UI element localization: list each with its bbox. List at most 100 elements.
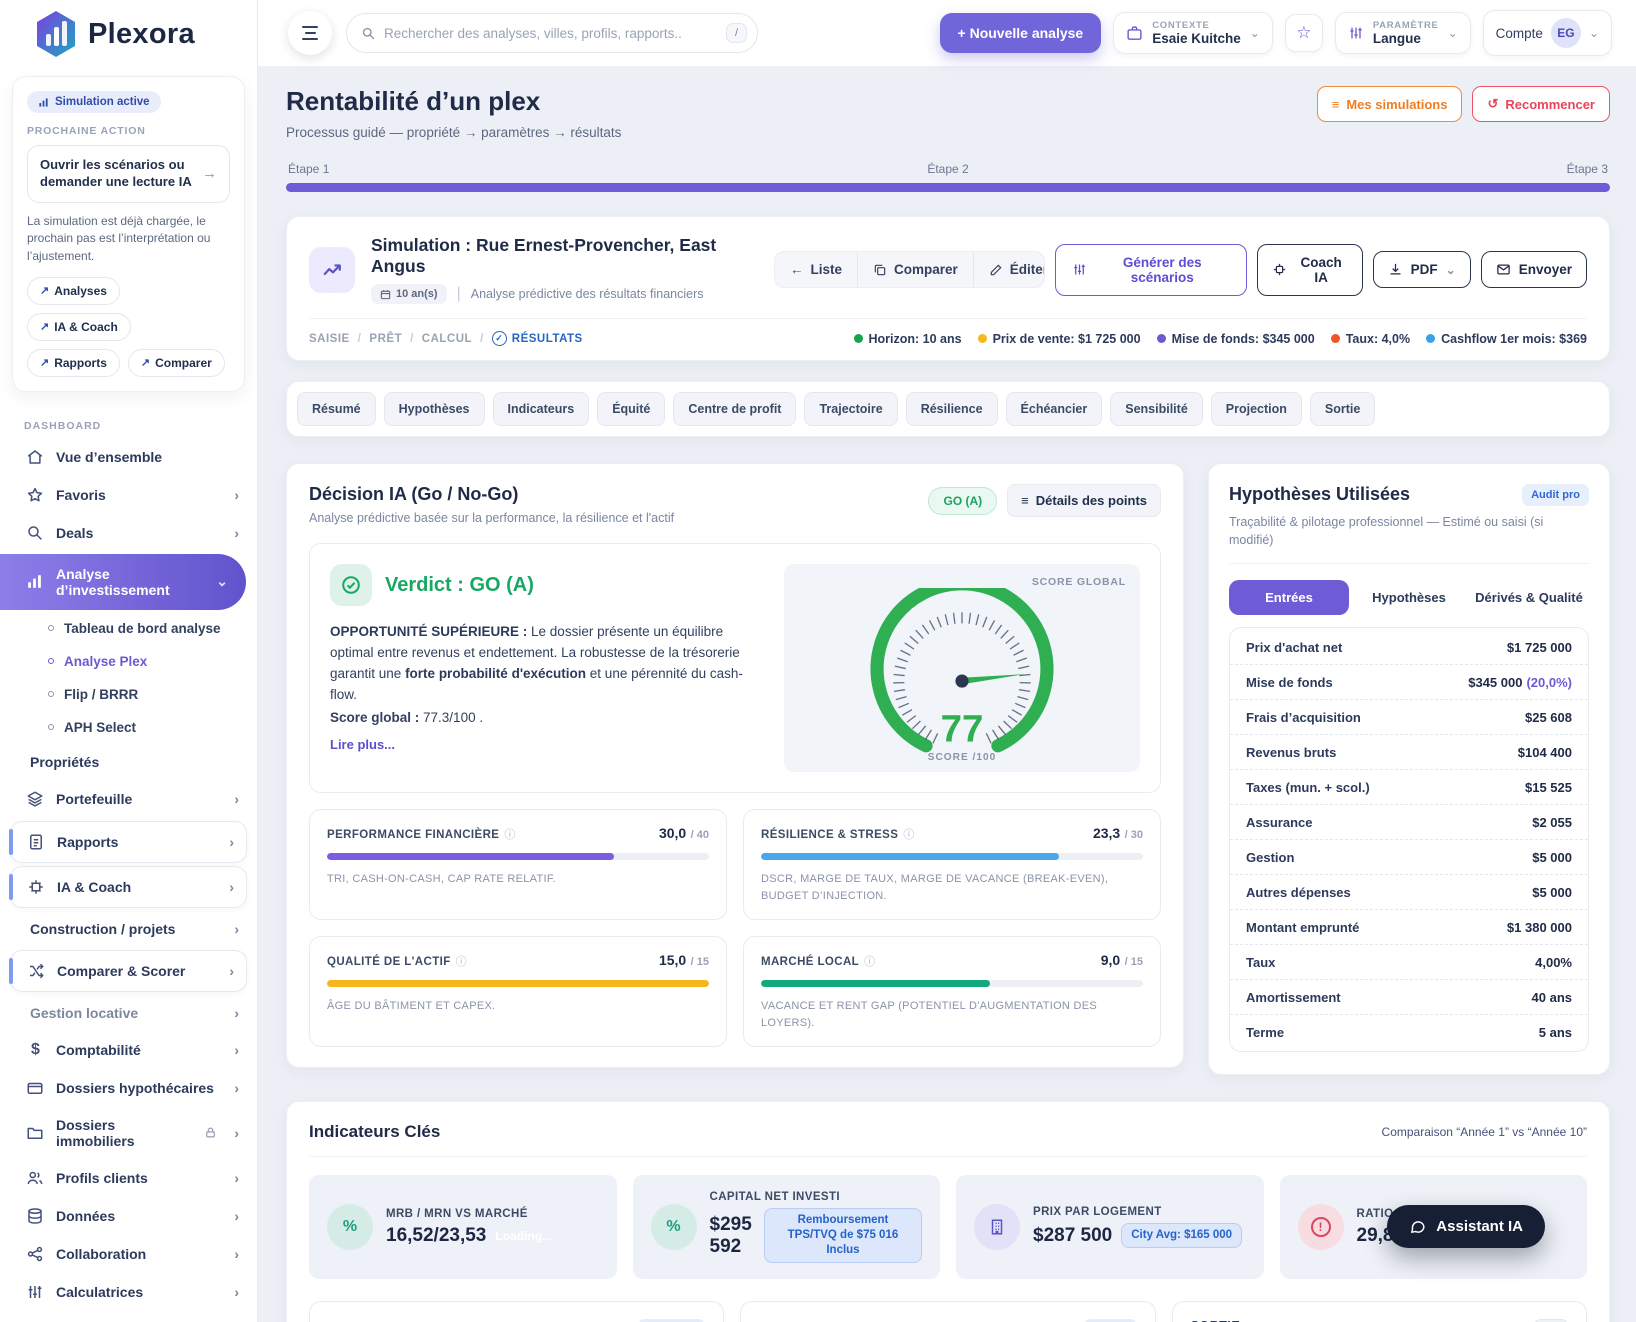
tab-sortie[interactable]: Sortie: [1310, 392, 1375, 426]
status-chip-taux: Taux: 4,0%: [1331, 332, 1410, 346]
sidebar-item-portefeuille[interactable]: Portefeuille›: [0, 780, 257, 818]
tab-echeancier[interactable]: Échéancier: [1006, 392, 1103, 426]
next-action-label: PROCHAINE ACTION: [27, 125, 230, 137]
chevron-down-icon: ⌄: [1448, 26, 1458, 40]
tab-sensibilite[interactable]: Sensibilité: [1110, 392, 1203, 426]
sidebar-item-favoris[interactable]: Favoris›: [0, 476, 257, 514]
sidebar-item-calculatrices[interactable]: Calculatrices›: [0, 1273, 257, 1311]
alert-icon: !: [1298, 1204, 1344, 1250]
read-more-link[interactable]: Lire plus...: [330, 737, 762, 752]
assumptions-tab-hypotheses[interactable]: Hypothèses: [1349, 580, 1469, 615]
search-input[interactable]: [384, 26, 718, 41]
breadcrumb-pret[interactable]: PRÊT: [369, 333, 402, 345]
sliders-icon: [26, 1283, 45, 1301]
send-button[interactable]: Envoyer: [1481, 251, 1587, 288]
sidebar-item-donnees[interactable]: Données›: [0, 1197, 257, 1235]
step-1-label: Étape 1: [288, 162, 329, 176]
sidebar: Plexora Simulation active PROCHAINE ACTI…: [0, 0, 258, 1322]
sidebar-item-construction-projets[interactable]: Construction / projets›: [0, 911, 257, 947]
quick-link-analyses[interactable]: ↗Analyses: [27, 277, 120, 305]
new-analysis-button[interactable]: + Nouvelle analyse: [940, 13, 1102, 53]
info-icon[interactable]: ⓘ: [864, 953, 875, 969]
sidebar-item-compte-acces[interactable]: Compte & accès›: [0, 1311, 257, 1322]
chevron-right-icon: ›: [234, 1125, 239, 1141]
chevron-right-icon: ›: [234, 1284, 239, 1300]
assistant-ia-button[interactable]: Assistant IA: [1387, 1205, 1545, 1248]
sidebar-subitem-tableau-de-bord[interactable]: Tableau de bord analyse: [0, 612, 257, 645]
step-2-label: Étape 2: [927, 162, 968, 176]
language-selector[interactable]: PARAMÈTRE Langue ⌄: [1335, 12, 1471, 54]
tab-indicateurs[interactable]: Indicateurs: [493, 392, 590, 426]
menu-toggle-button[interactable]: [288, 11, 332, 55]
generate-scenarios-button[interactable]: Générer des scénarios: [1055, 244, 1246, 296]
tab-resume[interactable]: Résumé: [297, 392, 376, 426]
breadcrumb-saisie[interactable]: SAISIE: [309, 333, 350, 345]
sidebar-item-comptabilite[interactable]: $ Comptabilité›: [0, 1031, 257, 1069]
info-icon[interactable]: ⓘ: [456, 953, 467, 969]
next-action-button[interactable]: Ouvrir les scénarios ou demander une lec…: [27, 145, 230, 203]
bullet-icon: [48, 691, 54, 697]
home-icon: [26, 448, 45, 466]
sidebar-item-dossiers-immobiliers[interactable]: Dossiers immobiliers ›: [0, 1107, 257, 1159]
favorite-button[interactable]: ☆: [1285, 14, 1323, 52]
chevron-down-icon: ⌄: [1446, 263, 1456, 277]
tab-equite[interactable]: Équité: [597, 392, 665, 426]
tab-centre-de-profit[interactable]: Centre de profit: [673, 392, 796, 426]
sidebar-item-collaboration[interactable]: Collaboration›: [0, 1235, 257, 1273]
table-row: Assurance$2 055: [1230, 805, 1588, 840]
context-selector[interactable]: CONTEXTE Esaie Kuitche ⌄: [1113, 12, 1273, 54]
sidebar-item-deals[interactable]: Deals›: [0, 514, 257, 552]
list-back-button[interactable]: ←Liste: [775, 252, 857, 287]
sidebar-item-comparer-scorer[interactable]: Comparer & Scorer›: [27, 962, 234, 980]
tab-projection[interactable]: Projection: [1211, 392, 1302, 426]
sidebar-subitem-aph-select[interactable]: APH Select: [0, 711, 257, 744]
tab-resilience[interactable]: Résilience: [906, 392, 998, 426]
sidebar-item-vue-densemble[interactable]: Vue d’ensemble: [0, 438, 257, 476]
tab-trajectoire[interactable]: Trajectoire: [804, 392, 897, 426]
assumptions-subtitle: Traçabilité & pilotage professionnel — E…: [1229, 513, 1589, 564]
account-menu[interactable]: Compte EG ⌄: [1483, 10, 1612, 56]
edit-button[interactable]: Éditer: [973, 252, 1045, 287]
envelope-icon: [1496, 262, 1511, 277]
assumptions-title: Hypothèses Utilisées: [1229, 484, 1410, 505]
sidebar-item-gestion-locative[interactable]: Gestion locative›: [0, 995, 257, 1031]
copy-icon: [873, 263, 887, 277]
sidebar-item-rapports[interactable]: Rapports›: [27, 833, 234, 851]
table-row: Montant emprunté$1 380 000: [1230, 910, 1588, 945]
sidebar-item-analyse-investissement[interactable]: Analyse d’investissement⌄: [0, 554, 246, 610]
breadcrumb-calcul[interactable]: CALCUL: [422, 333, 472, 345]
info-icon[interactable]: ⓘ: [504, 826, 515, 842]
quick-link-rapports[interactable]: ↗Rapports: [27, 349, 120, 377]
quick-link-ia-coach[interactable]: ↗IA & Coach: [27, 313, 131, 341]
loading-badge: Loading...: [495, 1229, 552, 1243]
coach-ia-button[interactable]: Coach IA: [1257, 244, 1363, 296]
chevron-down-icon: ⌄: [216, 573, 228, 590]
chevron-right-icon: ›: [234, 791, 239, 807]
breadcrumb-resultats[interactable]: ✓RÉSULTATS: [492, 331, 583, 346]
tps-tvq-badge: Remboursement TPS/TVQ de $75 016 Inclus: [764, 1208, 922, 1263]
sidebar-item-profils-clients[interactable]: Profils clients›: [0, 1159, 257, 1197]
status-chip-prix-vente: Prix de vente: $1 725 000: [978, 332, 1141, 346]
brand-logo[interactable]: Plexora: [0, 0, 257, 66]
my-simulations-button[interactable]: ≡Mes simulations: [1317, 86, 1463, 122]
sidebar-item-dossiers-hypothecaires[interactable]: Dossiers hypothécaires›: [0, 1069, 257, 1107]
assumptions-tab-derives[interactable]: Dérivés & Qualité: [1469, 580, 1589, 615]
parameter-value: Langue: [1373, 31, 1439, 46]
compare-button[interactable]: Comparer: [857, 252, 973, 287]
sidebar-item-ia-coach[interactable]: IA & Coach›: [27, 878, 234, 896]
assumptions-tab-entrees[interactable]: Entrées: [1229, 580, 1349, 615]
sidebar-subitem-analyse-plex[interactable]: Analyse Plex: [0, 645, 257, 678]
sidebar-item-proprietes[interactable]: Propriétés: [0, 744, 257, 780]
quick-link-comparer[interactable]: ↗Comparer: [128, 349, 225, 377]
restart-button[interactable]: ↺Recommencer: [1472, 86, 1610, 122]
chip-icon: [27, 878, 46, 896]
sidebar-section-dashboard: DASHBOARD: [0, 402, 257, 438]
pdf-download-button[interactable]: PDF⌄: [1373, 251, 1471, 288]
sidebar-subitem-flip-brrr[interactable]: Flip / BRRR: [0, 678, 257, 711]
info-icon[interactable]: ⓘ: [903, 826, 914, 842]
details-points-button[interactable]: ≡Détails des points: [1007, 484, 1161, 517]
metric-prix-logement: PRIX PAR LOGEMENT $287 500City Avg: $165…: [956, 1175, 1264, 1279]
sliders-icon: [1348, 25, 1364, 41]
external-link-icon: ↗: [40, 320, 49, 333]
tab-hypotheses[interactable]: Hypothèses: [384, 392, 485, 426]
